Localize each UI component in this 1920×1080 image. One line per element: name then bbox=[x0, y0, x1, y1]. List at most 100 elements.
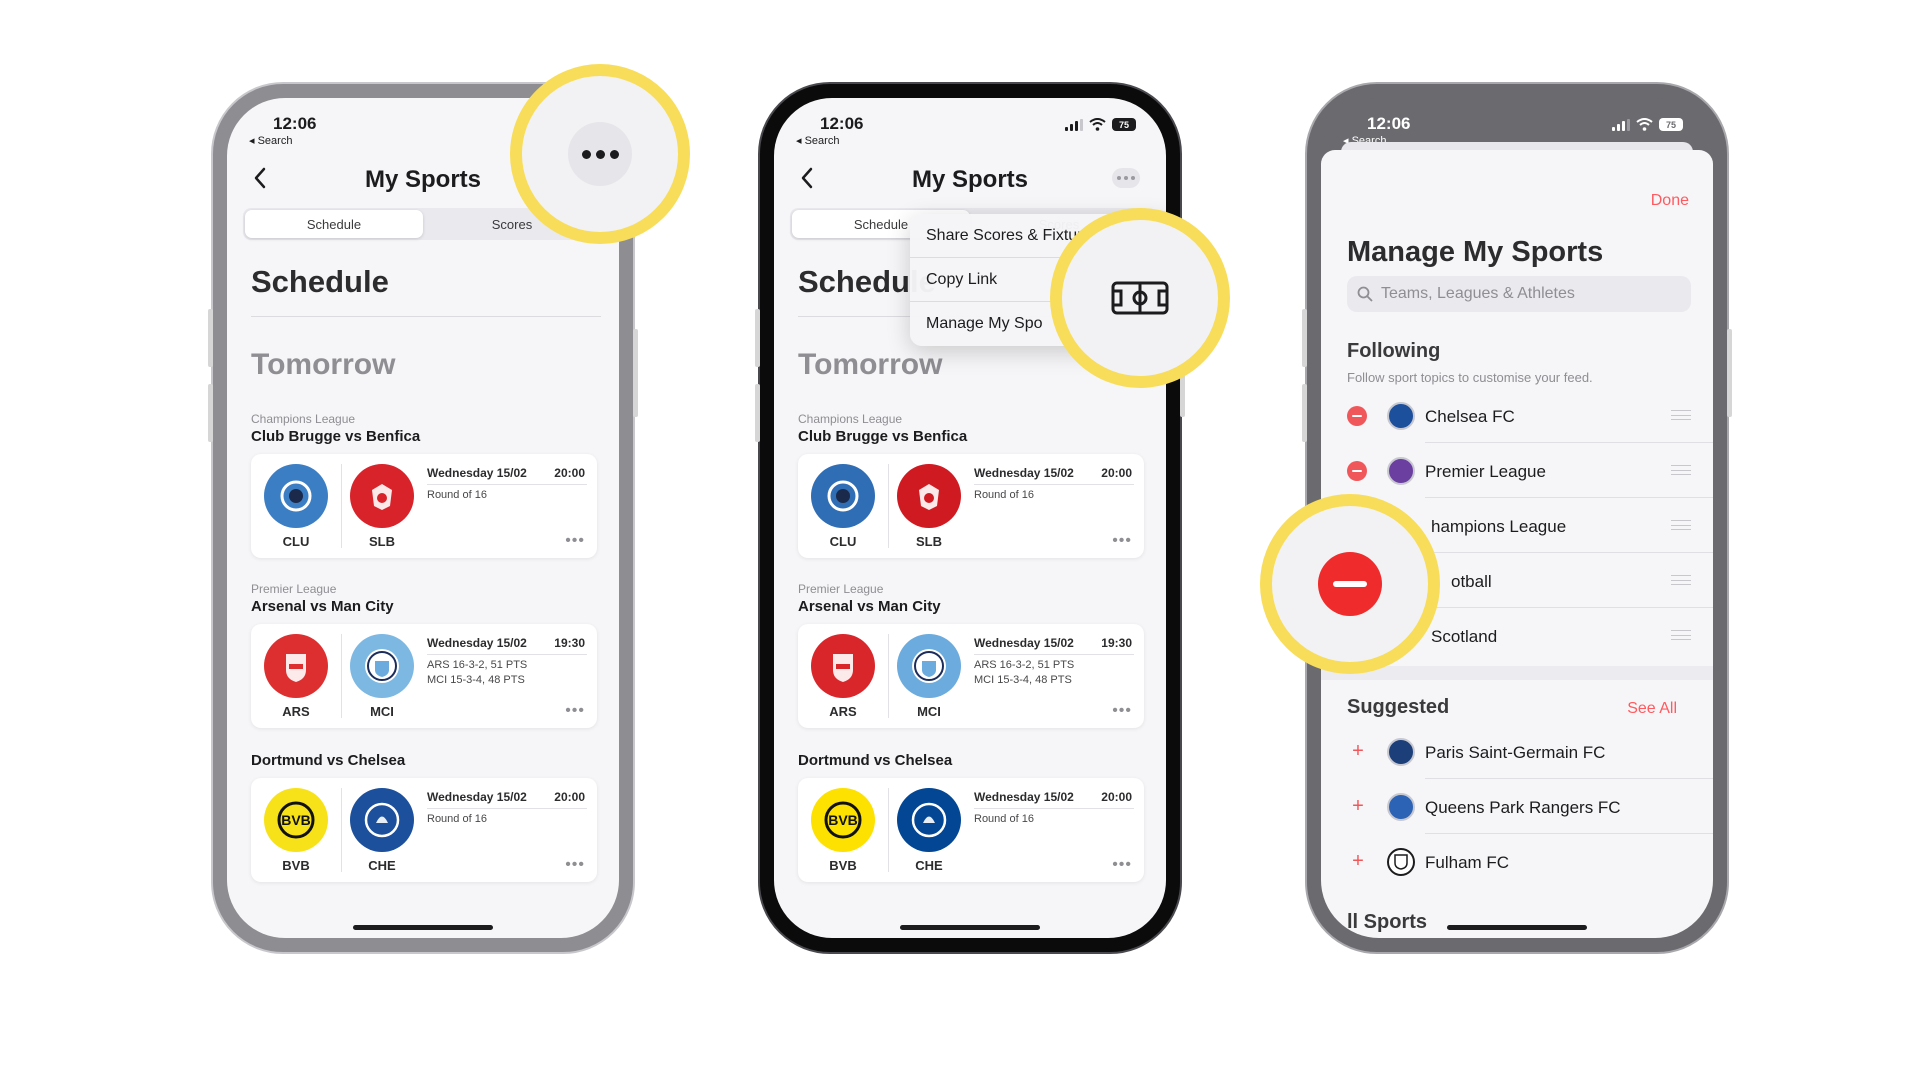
following-subtitle: Follow sport topics to customise your fe… bbox=[1347, 370, 1593, 385]
add-icon[interactable]: + bbox=[1349, 741, 1367, 761]
status-time: 12:06 bbox=[273, 114, 317, 133]
search-icon bbox=[1357, 286, 1373, 302]
match-card[interactable]: CLU SLB Wednesday 15/02 20:00 Round of 1… bbox=[798, 454, 1144, 558]
list-item: + Paris Saint-Germain FC bbox=[1347, 724, 1713, 779]
see-all-link[interactable]: See All bbox=[1627, 700, 1677, 718]
match-card[interactable]: ARS MCI Wednesday 15/02 19:30 ARS 16-3-2… bbox=[798, 624, 1144, 728]
sheet-title: Manage My Sports bbox=[1347, 236, 1604, 268]
done-button[interactable]: Done bbox=[1651, 192, 1689, 210]
add-icon[interactable]: + bbox=[1349, 796, 1367, 816]
dot-icon bbox=[581, 149, 591, 159]
match-time: 19:30 bbox=[554, 636, 585, 650]
arsenal-crest-icon bbox=[264, 634, 328, 698]
add-icon[interactable]: + bbox=[1349, 851, 1367, 871]
signal-icon bbox=[1612, 118, 1630, 131]
away-team: SLB bbox=[349, 464, 415, 549]
match-date: Wednesday 15/02 bbox=[974, 466, 1074, 480]
benfica-crest-icon bbox=[897, 464, 961, 528]
reorder-handle-icon[interactable] bbox=[1671, 575, 1691, 585]
team-abbr: ARS bbox=[282, 704, 310, 719]
home-indicator bbox=[900, 925, 1040, 930]
match-card[interactable]: ARS MCI Wednesday 15/02 19:30 ARS 16-3-2… bbox=[251, 624, 597, 728]
fulham-icon bbox=[1387, 848, 1415, 876]
chelsea-icon bbox=[1387, 402, 1415, 430]
wifi-icon bbox=[1636, 118, 1653, 131]
page-title: My Sports bbox=[911, 166, 1028, 193]
team-abbr: CLU bbox=[282, 534, 310, 549]
dot-icon bbox=[1131, 176, 1135, 180]
more-options-button[interactable] bbox=[1112, 168, 1140, 188]
tab-schedule[interactable]: Schedule bbox=[245, 210, 423, 238]
more-icon[interactable]: ••• bbox=[565, 532, 585, 550]
fixture-title: Club Brugge vs Benfica bbox=[798, 428, 968, 445]
match-info: ARS 16-3-2, 51 PTS MCI 15-3-4, 48 PTS bbox=[427, 659, 528, 686]
svg-text:BVB: BVB bbox=[828, 812, 858, 828]
match-date: Wednesday 15/02 bbox=[974, 790, 1074, 804]
fixture-title: Arsenal vs Man City bbox=[251, 598, 394, 615]
back-to-search[interactable]: ◂ Search bbox=[249, 134, 292, 147]
match-info: Round of 16 bbox=[427, 813, 487, 825]
more-icon[interactable]: ••• bbox=[565, 702, 585, 720]
match-date: Wednesday 15/02 bbox=[427, 636, 527, 650]
following-heading: Following bbox=[1347, 340, 1441, 362]
svg-text:BVB: BVB bbox=[281, 812, 311, 828]
match-time: 20:00 bbox=[1101, 466, 1132, 480]
away-team: CHE bbox=[896, 788, 962, 873]
remove-icon[interactable] bbox=[1318, 552, 1382, 616]
dot-icon bbox=[609, 149, 619, 159]
premier-league-icon bbox=[1387, 457, 1415, 485]
match-card[interactable]: CLU SLB Wednesday 15/02 20:00 Round of 1… bbox=[251, 454, 597, 558]
day-heading: Tomorrow bbox=[798, 348, 943, 381]
dortmund-crest-icon: BVB bbox=[811, 788, 875, 852]
more-icon[interactable]: ••• bbox=[1112, 702, 1132, 720]
status-time: 12:06 bbox=[1367, 114, 1411, 133]
highlight-remove-button bbox=[1260, 494, 1440, 674]
dot-icon bbox=[1117, 176, 1121, 180]
team-abbr: MCI bbox=[370, 704, 394, 719]
team-abbr: CHE bbox=[368, 858, 396, 873]
reorder-handle-icon[interactable] bbox=[1671, 520, 1691, 530]
battery-icon: 75 bbox=[1112, 118, 1136, 131]
reorder-handle-icon[interactable] bbox=[1671, 465, 1691, 475]
more-icon[interactable]: ••• bbox=[1112, 532, 1132, 550]
search-input[interactable]: Teams, Leagues & Athletes bbox=[1347, 276, 1691, 312]
highlight-manage-item bbox=[1050, 208, 1230, 388]
match-info: Round of 16 bbox=[974, 489, 1034, 501]
reorder-handle-icon[interactable] bbox=[1671, 630, 1691, 640]
home-indicator bbox=[353, 925, 493, 930]
club-brugge-crest-icon bbox=[264, 464, 328, 528]
match-time: 19:30 bbox=[1101, 636, 1132, 650]
league-label: Premier League bbox=[798, 582, 884, 596]
more-icon[interactable]: ••• bbox=[565, 856, 585, 874]
fixture-title: Arsenal vs Man City bbox=[798, 598, 941, 615]
home-team: ARS bbox=[810, 634, 876, 719]
remove-icon[interactable] bbox=[1347, 461, 1367, 481]
remove-icon[interactable] bbox=[1347, 406, 1367, 426]
more-options-button[interactable] bbox=[568, 122, 632, 186]
club-brugge-crest-icon bbox=[811, 464, 875, 528]
search-placeholder: Teams, Leagues & Athletes bbox=[1381, 285, 1575, 302]
team-abbr: BVB bbox=[282, 858, 310, 873]
match-date: Wednesday 15/02 bbox=[974, 636, 1074, 650]
dot-icon bbox=[595, 149, 605, 159]
match-card[interactable]: BVB BVB CHE Wednesday 15/02 20:00 Round … bbox=[251, 778, 597, 882]
match-time: 20:00 bbox=[1101, 790, 1132, 804]
away-team: MCI bbox=[349, 634, 415, 719]
match-card[interactable]: BVB BVB CHE Wednesday 15/02 20:00 Round … bbox=[798, 778, 1144, 882]
nav-bar: My Sports bbox=[774, 150, 1166, 206]
home-team: CLU bbox=[810, 464, 876, 549]
pitch-icon[interactable] bbox=[1111, 281, 1169, 315]
man-city-crest-icon bbox=[350, 634, 414, 698]
dot-icon bbox=[1124, 176, 1128, 180]
wifi-icon bbox=[1089, 118, 1106, 131]
back-to-search[interactable]: ◂ Search bbox=[796, 134, 839, 147]
home-team: BVB BVB bbox=[263, 788, 329, 873]
list-item: Chelsea FC bbox=[1347, 388, 1713, 443]
more-icon[interactable]: ••• bbox=[1112, 856, 1132, 874]
battery-icon: 75 bbox=[1659, 118, 1683, 131]
qpr-icon bbox=[1387, 793, 1415, 821]
away-team: CHE bbox=[349, 788, 415, 873]
home-indicator bbox=[1447, 925, 1587, 930]
reorder-handle-icon[interactable] bbox=[1671, 410, 1691, 420]
match-date: Wednesday 15/02 bbox=[427, 790, 527, 804]
